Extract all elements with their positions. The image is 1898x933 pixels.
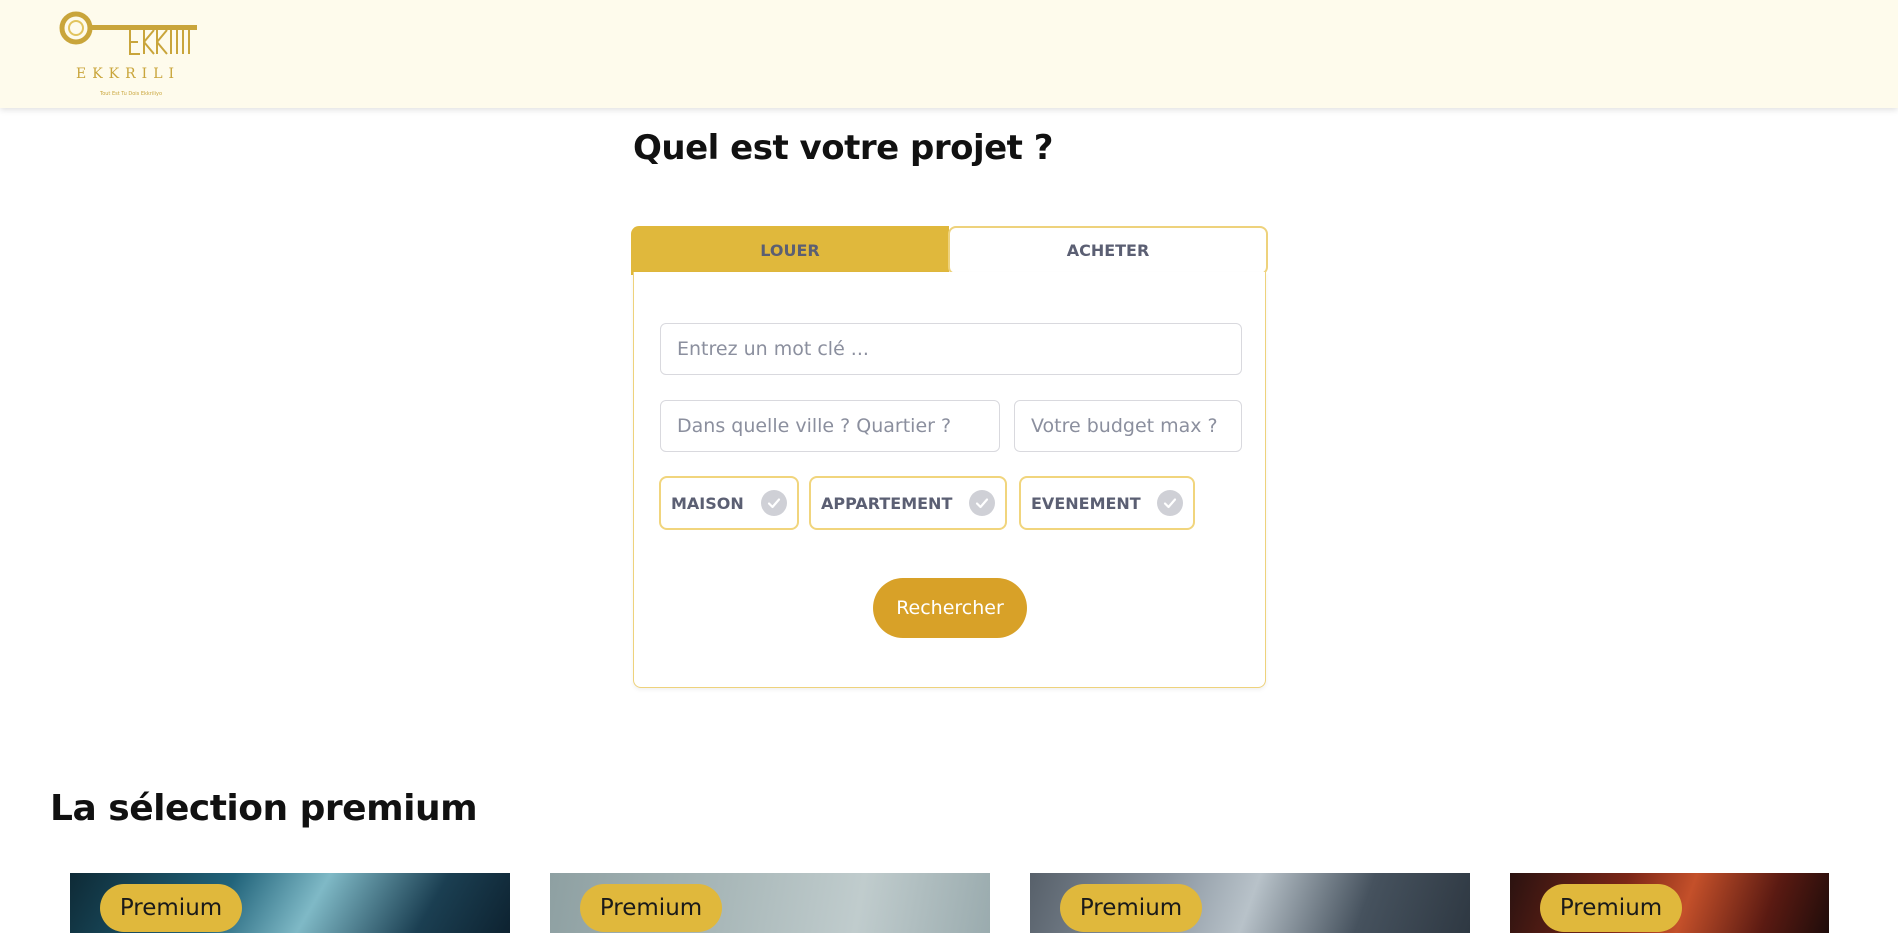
keyword-input[interactable]: [660, 323, 1242, 375]
tab-acheter[interactable]: ACHETER: [948, 226, 1268, 275]
premium-section-title: La sélection premium: [50, 788, 478, 829]
type-chip-label: EVENEMENT: [1031, 493, 1141, 513]
premium-badge: Premium: [1540, 884, 1682, 932]
premium-badge: Premium: [1060, 884, 1202, 932]
logo-wordmark: EKKRILI: [76, 66, 181, 82]
type-chip-evenement[interactable]: EVENEMENT: [1019, 476, 1195, 530]
premium-listing-card[interactable]: Premium: [1030, 873, 1470, 933]
search-button[interactable]: Rechercher: [873, 578, 1027, 638]
premium-badge: Premium: [100, 884, 242, 932]
tab-louer[interactable]: LOUER: [631, 226, 949, 275]
tab-louer-label: LOUER: [760, 241, 820, 260]
premium-listing-card[interactable]: Premium: [550, 873, 990, 933]
check-circle-icon: [761, 490, 787, 516]
search-form-card: MAISON APPARTEMENT EVENEMENT Rechercher: [633, 272, 1266, 688]
logo-tagline: Tout Est Tu Dois Ekkriliyo: [100, 91, 163, 97]
budget-input[interactable]: [1014, 400, 1242, 452]
transaction-tabs: LOUER ACHETER: [631, 226, 1268, 275]
type-chip-label: APPARTEMENT: [821, 493, 953, 513]
project-title: Quel est votre projet ?: [633, 128, 1053, 168]
premium-listing-card[interactable]: Premium: [1510, 873, 1829, 933]
premium-listing-card[interactable]: Premium: [70, 873, 510, 933]
type-chip-maison[interactable]: MAISON: [659, 476, 799, 530]
type-chip-label: MAISON: [671, 493, 744, 513]
key-logo-icon: [59, 11, 197, 55]
type-chip-appartement[interactable]: APPARTEMENT: [809, 476, 1007, 530]
check-circle-icon: [1157, 490, 1183, 516]
tab-acheter-label: ACHETER: [1066, 241, 1150, 260]
ekkrili-logo[interactable]: EKKRILI Tout Est Tu Dois Ekkriliyo: [56, 10, 201, 100]
city-input[interactable]: [660, 400, 1000, 452]
site-header: EKKRILI Tout Est Tu Dois Ekkriliyo: [0, 0, 1898, 108]
premium-badge: Premium: [580, 884, 722, 932]
check-circle-icon: [969, 490, 995, 516]
